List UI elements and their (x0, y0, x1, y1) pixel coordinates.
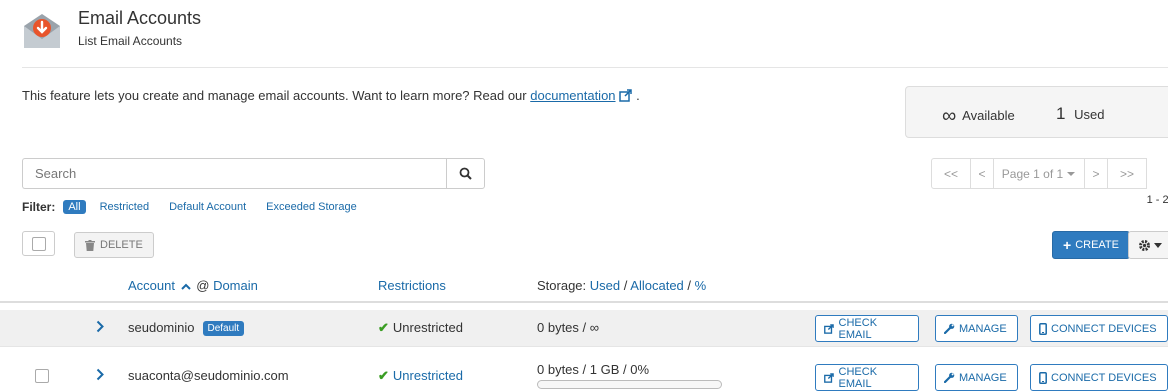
manage-button[interactable]: MANAGE (935, 315, 1018, 342)
documentation-link[interactable]: documentation (530, 88, 615, 103)
wrench-icon (944, 372, 955, 383)
filter-label: Filter: (22, 200, 56, 214)
caret-down-icon (1067, 171, 1076, 176)
stat-used: 1 Used (1056, 104, 1105, 123)
filter-exceeded-storage[interactable]: Exceeded Storage (266, 201, 357, 213)
table-row: suaconta@seudominio.com ✔ Unrestricted 0 … (0, 358, 1168, 391)
external-link-icon (618, 89, 632, 102)
connect-devices-button[interactable]: CONNECT DEVICES (1030, 364, 1168, 391)
account-stats: ∞ Available 1 Used (905, 86, 1168, 138)
caret-down-icon (1154, 242, 1162, 248)
chevron-right-icon[interactable] (96, 368, 104, 381)
search-button[interactable] (446, 158, 485, 189)
column-storage: Storage: Used / Allocated / % (537, 278, 707, 293)
row-checkbox[interactable] (35, 369, 49, 383)
stat-available: ∞ Available (942, 105, 1015, 127)
sort-restrictions-link[interactable]: Restrictions (378, 278, 446, 293)
page-subtitle: List Email Accounts (78, 34, 183, 48)
mobile-device-icon (1039, 322, 1047, 335)
column-account: Account @ Domain (128, 278, 258, 293)
filter-restricted[interactable]: Restricted (100, 201, 150, 213)
storage-usage-bar (537, 380, 722, 389)
account-name: suaconta@seudominio.com (128, 368, 289, 383)
connect-devices-button[interactable]: CONNECT DEVICES (1030, 315, 1168, 342)
search-input[interactable] (22, 158, 446, 189)
external-link-icon (824, 372, 834, 383)
sort-used-link[interactable]: Used (590, 278, 620, 293)
chevron-up-icon (180, 283, 191, 290)
last-page-button[interactable]: >> (1107, 158, 1147, 189)
search-icon (459, 167, 472, 180)
pagination: << < Page 1 of 1 > >> (931, 158, 1147, 189)
external-link-icon (824, 323, 834, 334)
page-header: Email Accounts List Email Accounts (22, 6, 201, 66)
filter-default-account[interactable]: Default Account (169, 201, 246, 213)
filter-all[interactable]: All (63, 200, 86, 214)
gear-icon (1139, 239, 1150, 251)
result-range: 1 - 2 of 2 (1146, 194, 1168, 206)
check-email-button[interactable]: CHECK EMAIL (815, 315, 919, 342)
checkbox-box (31, 236, 46, 251)
filter-bar: Filter: All Restricted Default Account E… (22, 200, 377, 214)
sort-domain-link[interactable]: Domain (213, 278, 258, 293)
check-icon: ✔ (378, 368, 389, 383)
page-select[interactable]: Page 1 of 1 (993, 158, 1085, 189)
manage-button[interactable]: MANAGE (935, 364, 1018, 391)
table-header: Account @ Domain Restrictions Storage: U… (0, 270, 1168, 303)
default-badge: Default (202, 321, 245, 336)
restriction-status: ✔ Unrestricted (378, 320, 463, 335)
wrench-icon (944, 323, 955, 334)
plus-icon: + (1063, 237, 1072, 253)
select-all-checkbox[interactable] (22, 231, 55, 256)
page-title: Email Accounts (78, 8, 202, 28)
check-email-button[interactable]: CHECK EMAIL (815, 364, 919, 391)
storage-value: 0 bytes / 1 GB / 0% (537, 362, 649, 377)
account-name: seudominio Default (128, 320, 245, 336)
settings-dropdown-button[interactable] (1128, 231, 1168, 259)
restriction-status: ✔ Unrestricted (378, 368, 463, 383)
chevron-right-icon[interactable] (96, 320, 104, 333)
table-row: seudominio Default ✔ Unrestricted 0 bytes … (0, 310, 1168, 347)
trash-icon (85, 239, 95, 251)
storage-value: 0 bytes / ∞ (537, 320, 600, 335)
create-button[interactable]: + CREATE (1052, 231, 1130, 259)
intro-text: This feature lets you create and manage … (22, 88, 640, 103)
email-accounts-icon (24, 14, 60, 48)
sort-percent-link[interactable]: % (695, 278, 707, 293)
search-bar (22, 158, 485, 189)
header-divider (22, 67, 1168, 68)
next-page-button[interactable]: > (1084, 158, 1108, 189)
sort-account-link[interactable]: Account (128, 278, 175, 293)
check-icon: ✔ (378, 320, 389, 335)
prev-page-button[interactable]: < (970, 158, 994, 189)
delete-button[interactable]: DELETE (74, 232, 154, 258)
sort-allocated-link[interactable]: Allocated (630, 278, 683, 293)
first-page-button[interactable]: << (931, 158, 971, 189)
mobile-device-icon (1039, 371, 1047, 384)
